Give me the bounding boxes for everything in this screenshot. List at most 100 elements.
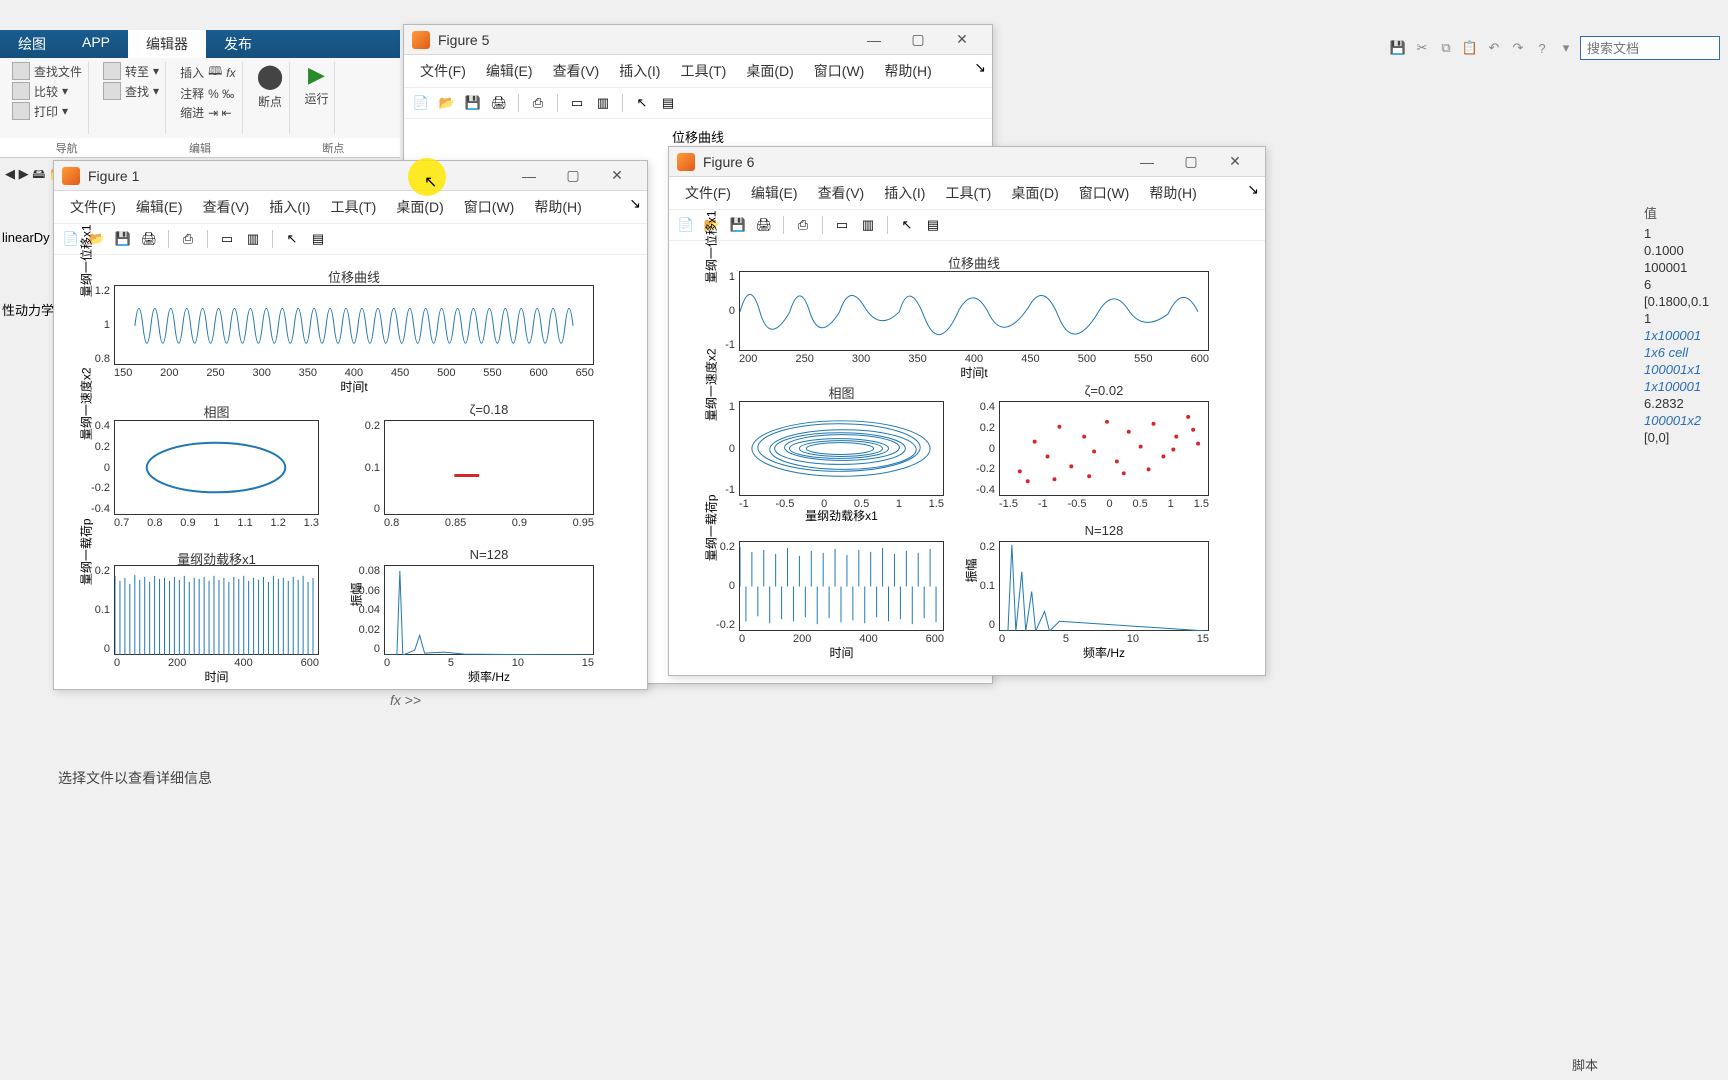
dropdown-icon[interactable]: ▾ [1556, 38, 1576, 58]
workspace-value[interactable]: 1 [1644, 225, 1722, 242]
tab-plot[interactable]: 绘图 [0, 30, 64, 58]
menu-insert[interactable]: 插入(I) [259, 195, 320, 219]
menu-view[interactable]: 查看(V) [808, 181, 875, 205]
print-icon[interactable]: 🖨 [753, 214, 775, 236]
menu-file[interactable]: 文件(F) [60, 195, 126, 219]
pointer-icon[interactable]: ↖ [896, 214, 918, 236]
menu-desktop[interactable]: 桌面(D) [1001, 181, 1068, 205]
new-icon[interactable]: 📄 [675, 214, 697, 236]
compare-icon[interactable] [12, 82, 30, 100]
workspace-value[interactable]: 1x100001 [1644, 378, 1722, 395]
save-icon[interactable]: 💾 [1388, 38, 1408, 58]
close-button[interactable]: ✕ [1213, 148, 1257, 176]
comment-btn[interactable]: 注释 [180, 85, 204, 102]
props-icon[interactable]: ▤ [307, 228, 329, 250]
menu-help[interactable]: 帮助(H) [1139, 181, 1206, 205]
menu-window[interactable]: 窗口(W) [454, 195, 525, 219]
minimize-button[interactable]: — [852, 26, 896, 54]
dock1-icon[interactable]: ▭ [831, 214, 853, 236]
dock1-icon[interactable]: ▭ [216, 228, 238, 250]
save-icon[interactable]: 💾 [727, 214, 749, 236]
compare-btn[interactable]: 比较 [34, 83, 58, 100]
maximize-button[interactable]: ▢ [551, 162, 595, 190]
menu-tools[interactable]: 工具(T) [935, 181, 1001, 205]
find-icon[interactable] [103, 82, 121, 100]
open-icon[interactable]: 📂 [436, 92, 458, 114]
tab-editor[interactable]: 编辑器 [128, 30, 206, 58]
maximize-button[interactable]: ▢ [1169, 148, 1213, 176]
close-button[interactable]: ✕ [940, 26, 984, 54]
dock2-icon[interactable]: ▥ [857, 214, 879, 236]
menu-view[interactable]: 查看(V) [543, 59, 610, 83]
pointer-icon[interactable]: ↖ [631, 92, 653, 114]
copy-icon[interactable]: ⧉ [1436, 38, 1456, 58]
menu-help[interactable]: 帮助(H) [524, 195, 591, 219]
menu-tools[interactable]: 工具(T) [320, 195, 386, 219]
goto-icon[interactable] [103, 62, 121, 80]
menu-file[interactable]: 文件(F) [410, 59, 476, 83]
menu-desktop[interactable]: 桌面(D) [386, 195, 453, 219]
run-btn[interactable]: 运行 [304, 90, 328, 107]
close-button[interactable]: ✕ [595, 162, 639, 190]
menu-file[interactable]: 文件(F) [675, 181, 741, 205]
find-file-icon[interactable] [12, 62, 30, 80]
menu-window[interactable]: 窗口(W) [804, 59, 875, 83]
menu-edit[interactable]: 编辑(E) [476, 59, 543, 83]
find-file-btn[interactable]: 查找文件 [34, 63, 82, 80]
dock2-icon[interactable]: ▥ [242, 228, 264, 250]
print-icon[interactable]: 🖨 [488, 92, 510, 114]
tool-icon[interactable]: ⎙ [792, 214, 814, 236]
menu-window[interactable]: 窗口(W) [1069, 181, 1140, 205]
dock2-icon[interactable]: ▥ [592, 92, 614, 114]
print-btn[interactable]: 打印 [34, 103, 58, 120]
workspace-value[interactable]: 100001x2 [1644, 412, 1722, 429]
insert-btn[interactable]: 插入 [180, 64, 204, 81]
tool-icon[interactable]: ⎙ [527, 92, 549, 114]
indent-btn[interactable]: 缩进 [180, 104, 204, 121]
paste-icon[interactable]: 📋 [1460, 38, 1480, 58]
tool-icon[interactable]: ⎙ [177, 228, 199, 250]
command-prompt[interactable]: >> [405, 692, 421, 708]
workspace-value[interactable]: 6 [1644, 276, 1722, 293]
dock1-icon[interactable]: ▭ [566, 92, 588, 114]
maximize-button[interactable]: ▢ [896, 26, 940, 54]
menu-insert[interactable]: 插入(I) [874, 181, 935, 205]
run-icon[interactable]: ▶ [304, 62, 328, 88]
workspace-value[interactable]: 100001x1 [1644, 361, 1722, 378]
menu-more-icon[interactable]: ↘ [629, 195, 641, 219]
workspace-value[interactable]: 0.1000 [1644, 242, 1722, 259]
find-btn[interactable]: 查找 [125, 83, 149, 100]
props-icon[interactable]: ▤ [657, 92, 679, 114]
search-input[interactable] [1580, 36, 1720, 60]
save-icon[interactable]: 💾 [462, 92, 484, 114]
menu-help[interactable]: 帮助(H) [874, 59, 941, 83]
workspace-value[interactable]: 100001 [1644, 259, 1722, 276]
workspace-value[interactable]: 6.2832 [1644, 395, 1722, 412]
print-icon[interactable]: 🖨 [138, 228, 160, 250]
menu-more-icon[interactable]: ↘ [1247, 181, 1259, 205]
menu-view[interactable]: 查看(V) [193, 195, 260, 219]
pointer-icon[interactable]: ↖ [281, 228, 303, 250]
workspace-value[interactable]: [0,0] [1644, 429, 1722, 446]
undo-icon[interactable]: ↶ [1484, 38, 1504, 58]
menu-edit[interactable]: 编辑(E) [741, 181, 808, 205]
menu-desktop[interactable]: 桌面(D) [736, 59, 803, 83]
workspace-value[interactable]: 1x100001 [1644, 327, 1722, 344]
breakpoint-icon[interactable]: ⬤ [257, 62, 284, 91]
workspace-value[interactable]: 1x6 cell [1644, 344, 1722, 361]
menu-tools[interactable]: 工具(T) [670, 59, 736, 83]
tab-publish[interactable]: 发布 [206, 30, 270, 58]
goto-btn[interactable]: 转至 [125, 63, 149, 80]
menu-more-icon[interactable]: ↘ [974, 59, 986, 83]
minimize-button[interactable]: — [507, 162, 551, 190]
minimize-button[interactable]: — [1125, 148, 1169, 176]
help-icon[interactable]: ? [1532, 38, 1552, 58]
new-icon[interactable]: 📄 [410, 92, 432, 114]
workspace-value[interactable]: [0.1800,0.1 [1644, 293, 1722, 310]
tab-app[interactable]: APP [64, 30, 128, 58]
menu-insert[interactable]: 插入(I) [609, 59, 670, 83]
redo-icon[interactable]: ↷ [1508, 38, 1528, 58]
breakpoint-btn[interactable]: 断点 [257, 93, 284, 110]
print-icon[interactable] [12, 102, 30, 120]
workspace-value[interactable]: 1 [1644, 310, 1722, 327]
